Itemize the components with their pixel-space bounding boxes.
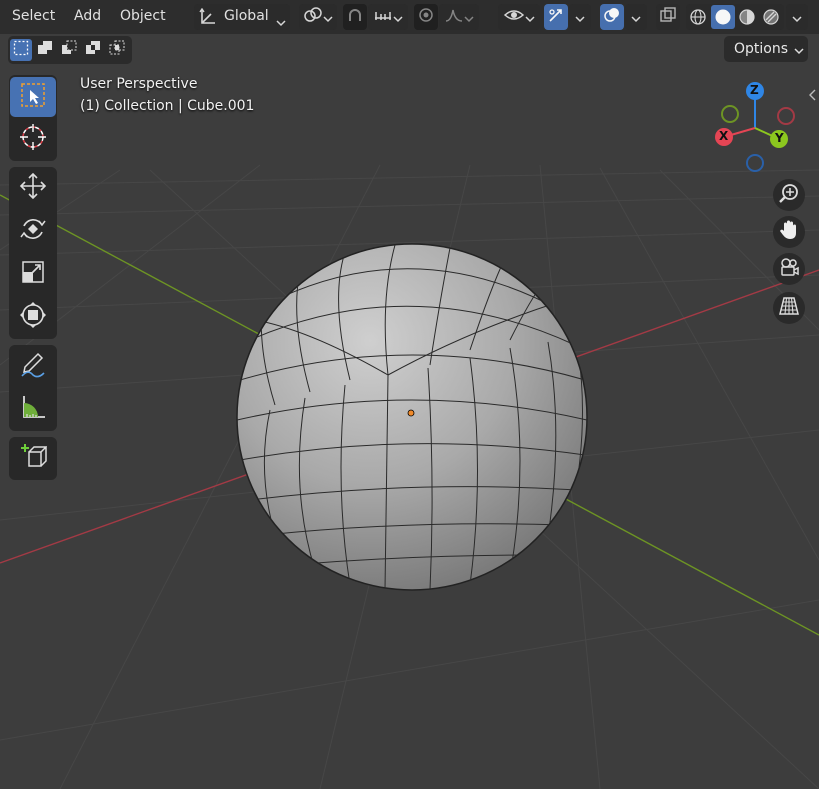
- overlays-dropdown[interactable]: [625, 4, 647, 30]
- gizmo-x-label: X: [719, 129, 729, 143]
- visibility-dropdown[interactable]: [498, 4, 540, 30]
- tool-scale[interactable]: [10, 254, 56, 294]
- viewport-scene[interactable]: [0, 0, 819, 789]
- snap-toggle[interactable]: [343, 4, 367, 30]
- eye-icon: [503, 6, 525, 28]
- proportional-edit-icon: [417, 6, 435, 28]
- overlays-icon: [603, 6, 621, 28]
- solid-shading-icon[interactable]: [711, 5, 735, 29]
- tool-add-cube[interactable]: [10, 438, 56, 478]
- chevron-down-icon: [794, 43, 804, 59]
- chevron-down-icon: [631, 8, 641, 27]
- options-dropdown[interactable]: Options: [724, 36, 808, 62]
- tool-rotate[interactable]: [10, 211, 56, 251]
- navigation-gizmo[interactable]: Z X Y: [708, 80, 808, 176]
- snap-target-dropdown[interactable]: [368, 4, 408, 30]
- menu-select[interactable]: Select: [12, 8, 55, 24]
- select-mode-set[interactable]: [10, 39, 32, 61]
- pivot-point-dropdown[interactable]: [299, 4, 337, 30]
- scale-icon: [19, 258, 47, 290]
- viewport-header: Select Add Object Global: [0, 0, 819, 34]
- select-mode-difference[interactable]: [82, 39, 104, 61]
- select-new-icon: [13, 40, 29, 60]
- uv-sphere-object: [236, 243, 588, 591]
- gizmo-z-label: Z: [750, 83, 759, 97]
- menu-add[interactable]: Add: [74, 8, 101, 24]
- toolbar-group-add: [9, 437, 57, 480]
- show-gizmo-toggle[interactable]: [544, 4, 568, 30]
- shading-mode-group: [686, 4, 784, 30]
- xray-icon: [659, 6, 677, 28]
- chevron-down-icon: [525, 8, 535, 27]
- tool-select-box[interactable]: [10, 77, 56, 117]
- move-icon: [19, 172, 47, 204]
- toolbar-group-select: [9, 75, 57, 161]
- tool-annotate[interactable]: [10, 347, 56, 387]
- options-label: Options: [734, 41, 789, 57]
- select-mode-extend[interactable]: [34, 39, 56, 61]
- toolbar-group-transform: [9, 167, 57, 339]
- selection-mode-bar: [8, 36, 132, 64]
- transform-icon: [19, 301, 47, 333]
- chevron-down-icon: [276, 12, 286, 31]
- transform-orientation-dropdown[interactable]: Global: [194, 4, 290, 30]
- select-subtract-icon: [61, 40, 77, 60]
- toolbar-group-annotate: [9, 345, 57, 431]
- camera-view-button[interactable]: [773, 253, 805, 285]
- zoom-magnifier-icon: [778, 182, 800, 208]
- gizmo-icon: [547, 6, 565, 28]
- tool-transform[interactable]: [10, 297, 56, 337]
- shading-options-dropdown[interactable]: [786, 4, 808, 30]
- sidebar-expand-arrow[interactable]: [808, 86, 818, 105]
- chevron-down-icon: [575, 8, 585, 27]
- annotate-pencil-icon: [19, 351, 47, 383]
- hand-icon: [778, 219, 800, 245]
- wireframe-shading-icon[interactable]: [687, 6, 709, 28]
- chevron-down-icon: [792, 8, 802, 27]
- select-box-icon: [19, 81, 47, 113]
- material-preview-shading-icon[interactable]: [736, 6, 758, 28]
- select-extend-icon: [37, 40, 53, 60]
- grid-perspective-icon: [778, 295, 800, 321]
- snap-increment-icon: [373, 6, 393, 28]
- chevron-down-icon: [393, 8, 403, 27]
- transform-orientation-icon: [198, 7, 218, 30]
- 3d-viewport[interactable]: [0, 0, 819, 789]
- view-name-label: User Perspective: [80, 76, 198, 92]
- tool-cursor[interactable]: [10, 119, 56, 159]
- select-mode-subtract[interactable]: [58, 39, 80, 61]
- chevron-down-icon: [323, 8, 333, 27]
- chevron-down-icon: [464, 8, 474, 27]
- select-intersect-icon: [109, 40, 125, 60]
- gizmo-dropdown[interactable]: [569, 4, 591, 30]
- 3d-cursor-icon: [19, 123, 47, 155]
- tool-move[interactable]: [10, 168, 56, 208]
- menu-object[interactable]: Object: [120, 8, 166, 24]
- perspective-toggle-button[interactable]: [773, 292, 805, 324]
- add-cube-icon: [19, 442, 48, 474]
- select-difference-icon: [85, 40, 101, 60]
- proportional-editing-toggle[interactable]: [414, 4, 438, 30]
- tool-measure[interactable]: [10, 389, 56, 429]
- falloff-curve-icon: [444, 6, 464, 28]
- pan-button[interactable]: [773, 216, 805, 248]
- proportional-falloff-dropdown[interactable]: [439, 4, 479, 30]
- show-overlays-toggle[interactable]: [600, 4, 624, 30]
- select-mode-intersect[interactable]: [106, 39, 128, 61]
- gizmo-y-label: Y: [775, 131, 784, 145]
- pivot-point-icon: [303, 6, 323, 28]
- magnet-icon: [346, 6, 364, 28]
- camera-icon: [778, 256, 800, 282]
- transform-orientation-label: Global: [224, 8, 269, 24]
- zoom-button[interactable]: [773, 179, 805, 211]
- rendered-shading-icon[interactable]: [760, 6, 782, 28]
- collection-info-label: (1) Collection | Cube.001: [80, 98, 255, 114]
- rotate-icon: [19, 215, 47, 247]
- xray-toggle[interactable]: [656, 4, 680, 30]
- measure-ruler-icon: [19, 393, 47, 425]
